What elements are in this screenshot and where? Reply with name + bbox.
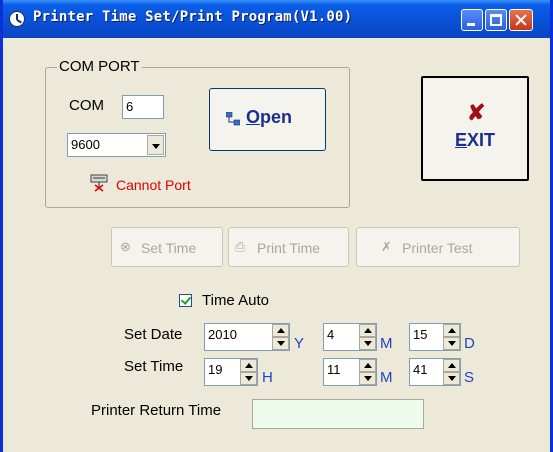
com-number-value: 6	[126, 99, 134, 114]
printer-return-time-field	[252, 399, 424, 429]
year-down-button[interactable]	[272, 337, 289, 350]
minute-up-button[interactable]	[359, 359, 376, 372]
printer-return-time-label: Printer Return Time	[91, 402, 222, 419]
time-auto-label: Time Auto	[202, 292, 269, 309]
month-spinner[interactable]: 4	[323, 323, 377, 351]
port-status-text: Cannot Port	[116, 177, 191, 193]
clock-icon: ⊗	[120, 239, 131, 254]
month-up-button[interactable]	[359, 324, 376, 337]
hour-value: 19	[208, 362, 223, 377]
disconnected-port-icon	[90, 174, 108, 192]
year-up-button[interactable]	[272, 324, 289, 337]
baud-rate-value: 9600	[71, 137, 100, 152]
day-up-button[interactable]	[443, 324, 460, 337]
print-icon: ⎙	[235, 239, 246, 254]
month-down-button[interactable]	[359, 337, 376, 350]
set-date-label: Set Date	[124, 326, 183, 343]
close-x-icon: ✘	[467, 100, 486, 125]
time-auto-checkbox[interactable]	[179, 294, 192, 307]
com-label: COM	[69, 97, 104, 114]
printer-test-label: Printer Test	[402, 240, 473, 256]
hour-spinner[interactable]: 19	[204, 358, 258, 386]
close-button[interactable]	[509, 9, 533, 31]
month-unit: M	[380, 335, 393, 352]
minute-unit: M	[380, 369, 393, 386]
open-button[interactable]: Open	[209, 88, 326, 151]
second-spinner[interactable]: 41	[409, 358, 461, 386]
exit-button[interactable]: ✘ EXIT	[421, 76, 529, 181]
day-down-button[interactable]	[443, 337, 460, 350]
year-unit: Y	[294, 335, 305, 352]
open-label: Open	[246, 107, 293, 127]
hour-unit: H	[262, 369, 273, 386]
minute-spinner[interactable]: 11	[323, 358, 377, 386]
set-time-row-label: Set Time	[124, 358, 184, 375]
exit-label: EXIT	[455, 130, 496, 150]
year-spinner[interactable]: 2010	[204, 323, 290, 351]
month-value: 4	[327, 327, 335, 342]
title-bar[interactable]: Printer Time Set/Print Program(V1.00)	[3, 0, 550, 38]
set-time-label: Set Time	[141, 240, 197, 256]
second-unit: S	[464, 369, 475, 386]
chevron-down-icon[interactable]	[147, 135, 164, 155]
print-time-button[interactable]: ⎙ Print Time	[228, 227, 349, 267]
day-value: 15	[413, 327, 428, 342]
test-tool-icon: ✗	[381, 239, 392, 254]
app-window: Printer Time Set/Print Program(V1.00) CO…	[0, 0, 553, 452]
com-port-group-label: COM PORT	[57, 58, 142, 75]
second-down-button[interactable]	[443, 372, 460, 385]
hour-up-button[interactable]	[240, 359, 257, 372]
hour-down-button[interactable]	[240, 372, 257, 385]
year-value: 2010	[208, 327, 237, 342]
set-time-button[interactable]: ⊗ Set Time	[111, 227, 223, 267]
window-title: Printer Time Set/Print Program(V1.00)	[33, 9, 353, 25]
com-number-input[interactable]: 6	[122, 95, 164, 119]
day-unit: D	[464, 335, 475, 352]
second-value: 41	[413, 362, 428, 377]
network-icon	[226, 112, 240, 126]
minute-value: 11	[327, 362, 341, 377]
day-spinner[interactable]: 15	[409, 323, 461, 351]
maximize-button[interactable]	[485, 9, 507, 31]
second-up-button[interactable]	[443, 359, 460, 372]
printer-test-button[interactable]: ✗ Printer Test	[356, 227, 520, 267]
print-time-label: Print Time	[257, 240, 321, 256]
clock-icon	[9, 11, 25, 27]
minimize-button[interactable]	[461, 9, 483, 31]
baud-rate-select[interactable]: 9600	[67, 133, 166, 157]
minute-down-button[interactable]	[359, 372, 376, 385]
